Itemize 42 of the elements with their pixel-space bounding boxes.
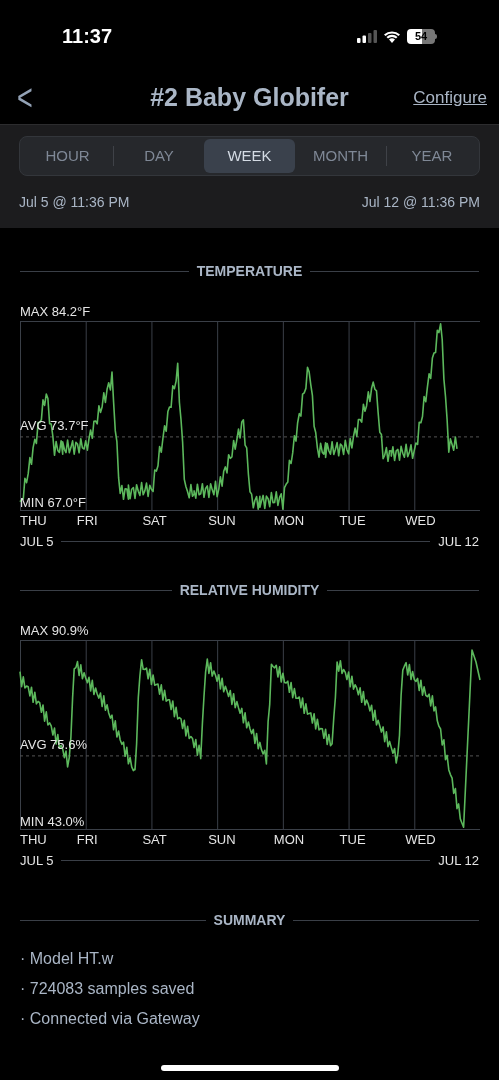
period-tab[interactable]: HOUR: [22, 139, 113, 173]
end-date-label: JUL 12: [438, 851, 479, 870]
day-label: FRI: [76, 832, 98, 846]
day-label: MON: [273, 514, 305, 527]
back-button[interactable]: <: [15, 80, 35, 116]
day-label: SAT: [142, 514, 167, 527]
min-label: MIN 67.0°F: [20, 496, 86, 509]
period-tab[interactable]: YEAR: [387, 139, 477, 173]
summary-item: · Connected via Gateway: [20, 1009, 201, 1029]
day-label: TUE: [339, 832, 366, 846]
min-label: MIN 43.0%: [20, 814, 85, 828]
day-label: SUN: [208, 514, 236, 527]
day-label: THU: [20, 832, 47, 846]
day-label: WED: [405, 514, 436, 527]
configure-link[interactable]: Configure: [413, 85, 487, 111]
start-date-label: JUL 5: [20, 533, 54, 551]
period-tab[interactable]: DAY: [114, 139, 204, 173]
range-start: Jul 5 @ 11:36 PM: [19, 193, 130, 212]
section-title: TEMPERATURE: [196, 262, 303, 281]
period-tab[interactable]: WEEK: [204, 139, 295, 173]
end-date-label: JUL 12: [438, 533, 479, 551]
signal-icon: [357, 29, 377, 43]
status-time: 11:37: [62, 24, 113, 49]
day-label: SAT: [142, 832, 167, 846]
period-tab[interactable]: MONTH: [295, 139, 386, 173]
summary-item: · Model HT.w: [20, 949, 115, 969]
day-label: SUN: [208, 832, 236, 846]
start-date-label: JUL 5: [20, 851, 54, 870]
day-label: MON: [273, 832, 305, 846]
section-title: RELATIVE HUMIDITY: [179, 580, 320, 600]
battery-icon: 54: [407, 28, 437, 44]
section-title: SUMMARY: [213, 911, 286, 930]
range-end: Jul 12 @ 11:36 PM: [361, 193, 480, 212]
day-label: WED: [405, 832, 436, 846]
day-label: THU: [20, 514, 47, 527]
summary-item: · 724083 samples saved: [20, 979, 196, 999]
max-label: MAX 84.2°F: [20, 305, 91, 318]
screen-title: #2 Baby Globifer: [149, 82, 350, 114]
max-label: MAX 90.9%: [20, 623, 89, 637]
day-label: FRI: [76, 514, 98, 527]
wifi-icon: [383, 29, 401, 43]
day-label: TUE: [339, 514, 366, 527]
